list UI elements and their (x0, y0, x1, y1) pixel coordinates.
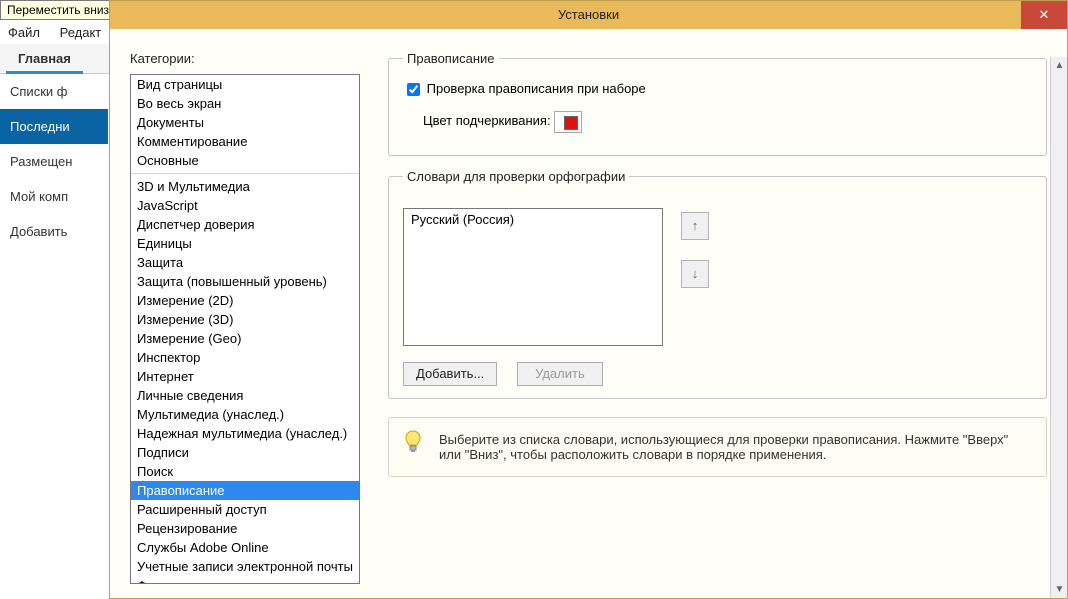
category-item[interactable]: JavaScript (131, 196, 359, 215)
hint-panel: Выберите из списка словари, использующие… (388, 417, 1047, 477)
fieldset-spelling-legend: Правописание (403, 51, 499, 66)
categories-label: Категории: (130, 51, 195, 66)
category-item[interactable]: Документы (131, 113, 359, 132)
category-item[interactable]: Формы (131, 576, 359, 584)
category-item[interactable]: Защита (131, 253, 359, 272)
app-sidebar: Списки фПоследниРазмещенМой компДобавить (0, 74, 108, 599)
dialog-title: Установки (110, 1, 1067, 29)
check-spelling-checkbox[interactable] (407, 83, 420, 96)
preferences-dialog: Установки ✕ Категории: Вид страницыВо ве… (109, 0, 1068, 599)
category-item[interactable]: Измерение (Geo) (131, 329, 359, 348)
tooltip-move-down: Переместить вниз (0, 0, 116, 20)
category-item[interactable]: Службы Adobe Online (131, 538, 359, 557)
categories-list[interactable]: Вид страницыВо весь экранДокументыКоммен… (130, 74, 360, 584)
fieldset-dictionaries: Словари для проверки орфографии Русский … (388, 169, 1047, 399)
category-item[interactable]: Расширенный доступ (131, 500, 359, 519)
category-item[interactable]: Основные (131, 151, 359, 170)
scroll-down-icon[interactable]: ▼ (1051, 581, 1068, 598)
scroll-up-icon[interactable]: ▲ (1051, 57, 1068, 74)
tab-home[interactable]: Главная (6, 44, 83, 74)
menu-file[interactable]: Файл (0, 22, 48, 43)
underline-color-picker[interactable] (554, 111, 582, 133)
menu-edit[interactable]: Редакт (52, 22, 110, 43)
underline-color-label: Цвет подчеркивания: (423, 113, 551, 128)
category-item[interactable]: Вид страницы (131, 75, 359, 94)
dictionary-item[interactable]: Русский (Россия) (409, 212, 657, 228)
category-item[interactable]: Надежная мультимедиа (унаслед.) (131, 424, 359, 443)
category-item[interactable]: Правописание (131, 481, 359, 500)
category-item[interactable]: 3D и Мультимедиа (131, 177, 359, 196)
category-divider (131, 173, 359, 174)
close-icon: ✕ (1039, 7, 1050, 22)
category-item[interactable]: Инспектор (131, 348, 359, 367)
move-up-button[interactable]: ↑ (681, 212, 709, 240)
remove-dictionary-button[interactable]: Удалить (517, 362, 603, 386)
arrow-up-icon: ↑ (692, 218, 699, 233)
category-item[interactable]: Единицы (131, 234, 359, 253)
lightbulb-icon (403, 430, 423, 458)
category-item[interactable]: Мультимедиа (унаслед.) (131, 405, 359, 424)
dialog-titlebar[interactable]: Установки ✕ (110, 1, 1067, 29)
category-item[interactable]: Защита (повышенный уровень) (131, 272, 359, 291)
underline-color-swatch (564, 116, 578, 130)
check-spelling-label[interactable]: Проверка правописания при наборе (427, 81, 646, 96)
category-item[interactable]: Во весь экран (131, 94, 359, 113)
category-item[interactable]: Интернет (131, 367, 359, 386)
fieldset-spelling: Правописание Проверка правописания при н… (388, 51, 1047, 156)
move-down-button[interactable]: ↓ (681, 260, 709, 288)
dictionary-list[interactable]: Русский (Россия) (403, 208, 663, 346)
category-item[interactable]: Поиск (131, 462, 359, 481)
close-button[interactable]: ✕ (1021, 1, 1067, 29)
add-dictionary-button[interactable]: Добавить... (403, 362, 497, 386)
bg-sidebar-item[interactable]: Мой комп (0, 179, 108, 214)
bg-sidebar-item[interactable]: Последни (0, 109, 108, 144)
category-item[interactable]: Рецензирование (131, 519, 359, 538)
category-item[interactable]: Личные сведения (131, 386, 359, 405)
category-item[interactable]: Диспетчер доверия (131, 215, 359, 234)
fieldset-dictionaries-legend: Словари для проверки орфографии (403, 169, 629, 184)
category-item[interactable]: Комментирование (131, 132, 359, 151)
category-item[interactable]: Подписи (131, 443, 359, 462)
dialog-scrollbar[interactable]: ▲ ▼ (1050, 57, 1067, 598)
bg-sidebar-item[interactable]: Добавить (0, 214, 108, 249)
arrow-down-icon: ↓ (692, 266, 699, 281)
category-item[interactable]: Измерение (2D) (131, 291, 359, 310)
bg-sidebar-item[interactable]: Размещен (0, 144, 108, 179)
bg-sidebar-item[interactable]: Списки ф (0, 74, 108, 109)
category-item[interactable]: Измерение (3D) (131, 310, 359, 329)
category-item[interactable]: Учетные записи электронной почты (131, 557, 359, 576)
hint-text: Выберите из списка словари, использующие… (439, 432, 1008, 462)
